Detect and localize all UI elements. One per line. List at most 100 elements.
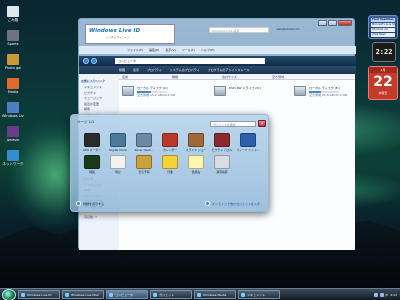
show-details-toggle[interactable]: 詳細を表示する: [76, 201, 104, 206]
gadget-label: カレンダー: [163, 148, 177, 152]
gadget-tile[interactable]: Digital Clock: [105, 133, 131, 152]
gadget-thumbnail: [110, 155, 126, 169]
gadget-thumbnail: [162, 155, 178, 169]
cmd-system-properties[interactable]: システムのプロパティ: [170, 68, 200, 72]
cmd-organize[interactable]: 整理: [119, 68, 125, 72]
close-icon[interactable]: ×: [258, 120, 266, 127]
desktop-icon-label: Photo gal: [4, 66, 22, 70]
desktop-icon-image: [7, 54, 19, 65]
menu-help[interactable]: ヘルプ(H): [201, 48, 215, 52]
page-indicator[interactable]: ページ 1/1: [77, 120, 94, 125]
signed-in-user[interactable]: user@hotmail.com: [276, 28, 300, 31]
gadget-tile[interactable]: Rover Dash...: [131, 133, 157, 152]
cmd-uninstall[interactable]: プログラムのアンインストール: [208, 68, 250, 72]
desktop-icon[interactable]: Jonesin: [2, 126, 24, 142]
gadget-tile[interactable]: 時計: [105, 155, 131, 174]
col-free[interactable]: 空き領域: [269, 75, 319, 79]
cmd-view[interactable]: 表示: [133, 68, 139, 72]
gadget-label: 付箋: [167, 170, 173, 174]
feed-row[interactable]: Vista News: [371, 33, 395, 37]
drive-item[interactable]: ローカル ディスク (E:) 空き領域 21.8 GB/37.2 GB: [294, 86, 347, 97]
nav-item[interactable]: ミュージック: [84, 96, 117, 100]
nav-buttons: [83, 58, 97, 64]
desktop-icon[interactable]: Sports: [2, 30, 24, 46]
desktop-icon[interactable]: Media: [2, 78, 24, 94]
gadget-tile[interactable]: 連絡先: [183, 155, 209, 174]
tray-clock[interactable]: 2:22: [390, 293, 397, 297]
nav-item[interactable]: ピクチャ: [84, 91, 117, 95]
gadget-thumbnail: [214, 155, 230, 169]
gadget-tile[interactable]: CPU メーター: [79, 133, 105, 152]
windows-live-banner: Windows Live ID シングル サインイン: [85, 24, 175, 44]
gadget-tile[interactable]: 通貨換算: [209, 155, 235, 174]
gadget-tile[interactable]: フィード ヘッド...: [235, 133, 261, 152]
address-input[interactable]: コンピュータ: [115, 58, 265, 64]
menu-edit[interactable]: 編集(E): [149, 48, 159, 52]
gadget-tile[interactable]: ピクチャ パズル: [209, 133, 235, 152]
forward-icon[interactable]: [91, 58, 97, 64]
gadget-label: 天気予報: [138, 170, 150, 174]
drive-free-space: 空き領域 15.2 GB/29.2 GB: [137, 93, 175, 97]
chevron-down-icon: [76, 201, 81, 206]
col-name[interactable]: 名前: [119, 75, 169, 79]
cmd-properties[interactable]: プロパティ: [147, 68, 162, 72]
volume-icon[interactable]: [379, 292, 384, 297]
digital-clock-gadget[interactable]: 2:22: [372, 42, 396, 62]
menu-bar: ファイル(F) 編集(E) 表示(V) ツール(T) ヘルプ(H): [79, 46, 356, 54]
language-indicator[interactable]: JP: [386, 293, 389, 297]
feed-row[interactable]: Microsoft's Live Shell: [371, 23, 395, 27]
network-icon[interactable]: [373, 292, 378, 297]
drive-info: ローカル ディスク (C:) 空き領域 15.2 GB/29.2 GB: [137, 86, 175, 97]
drive-item[interactable]: ローカル ディスク (C:) 空き領域 15.2 GB/29.2 GB: [122, 86, 175, 97]
gadget-tile[interactable]: スライド ショー: [183, 133, 209, 152]
col-type[interactable]: 種類: [169, 75, 219, 79]
taskbar-button[interactable]: Windows Live Mail: [62, 290, 104, 299]
globe-icon: [204, 201, 210, 206]
desktop-icon[interactable]: Windows Live 2: [2, 102, 24, 118]
gadget-tile[interactable]: 付箋: [157, 155, 183, 174]
gadget-thumbnail: [110, 133, 126, 147]
windows-live-logo: Windows Live ID: [89, 28, 141, 34]
drive-item[interactable]: DVD RW ドライブ (D:): [214, 86, 261, 96]
menu-tools[interactable]: ツール(T): [182, 48, 195, 52]
command-bar: 整理 表示 プロパティ システムのプロパティ プログラムのアンインストール: [79, 66, 356, 74]
back-icon[interactable]: [83, 58, 89, 64]
close-button[interactable]: [338, 20, 352, 26]
nav-item[interactable]: 最近の変更: [84, 102, 117, 106]
system-tray: JP 2:22: [373, 292, 400, 297]
gadget-search-input[interactable]: ガジェットを検索: [210, 121, 256, 127]
nav-item[interactable]: 検索: [84, 107, 117, 111]
gadget-gallery[interactable]: ページ 1/1 ガジェットを検索 × CPU メーター Digital Clock…: [70, 114, 269, 212]
taskbar-button[interactable]: ガジェット: [150, 290, 192, 299]
desktop-icon[interactable]: ネットワーク: [2, 150, 24, 167]
desktop-icon[interactable]: Photo gal: [2, 54, 24, 70]
desktop: ごみ箱 Sports Photo gal Media Windows Live 2 Jon…: [0, 0, 400, 300]
taskbar-button[interactable]: Windows Media: [194, 290, 236, 299]
gadget-tile[interactable]: 株価: [79, 155, 105, 174]
gadget-tile[interactable]: 天気予報: [131, 155, 157, 174]
start-button[interactable]: [2, 288, 16, 300]
taskbar-button[interactable]: Windows Live ID: [18, 290, 60, 299]
menu-file[interactable]: ファイル(F): [127, 48, 143, 52]
minimize-button[interactable]: [318, 20, 327, 26]
window-controls: [317, 20, 352, 26]
nav-item[interactable]: ドキュメント: [84, 85, 117, 89]
feed-row[interactable]: Windows ver.: [371, 28, 395, 32]
get-more-gadgets-link[interactable]: オンラインで他のガジェットを入手: [204, 201, 260, 206]
gadget-tile[interactable]: カレンダー: [157, 133, 183, 152]
menu-view[interactable]: 表示(V): [165, 48, 175, 52]
gadget-label: 連絡先: [191, 170, 201, 174]
windows-live-subtitle: シングル サインイン: [106, 36, 130, 39]
taskbar-button[interactable]: ドキュメント: [238, 290, 280, 299]
desktop-icon[interactable]: ごみ箱: [2, 6, 24, 23]
gadget-thumbnail: [136, 133, 152, 147]
calendar-gadget[interactable]: 4月 22 木曜日: [368, 66, 398, 100]
desktop-icon-label: Windows Live 2: [2, 114, 24, 118]
gadget-label: ピクチャ パズル: [211, 148, 233, 152]
feed-headlines-gadget[interactable]: Feed Headlines Microsoft's Live Shell Wi…: [368, 15, 398, 39]
gadget-thumbnail: [240, 133, 256, 147]
live-search-input[interactable]: Windows Live 検索: [209, 27, 269, 33]
col-total[interactable]: 合計サイズ: [219, 75, 269, 79]
maximize-button[interactable]: [328, 20, 337, 26]
taskbar-button[interactable]: コンピュータ: [106, 290, 148, 299]
